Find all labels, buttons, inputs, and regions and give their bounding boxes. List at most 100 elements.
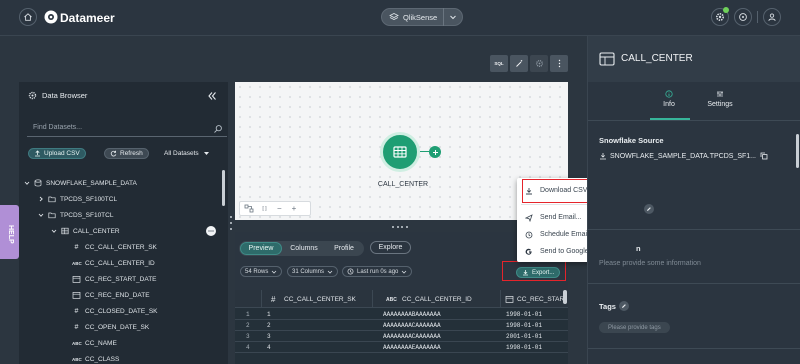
tags-placeholder[interactable]: Please provide tags [599,322,670,333]
tab-columns[interactable]: Columns [282,242,326,255]
search-icon [214,125,222,133]
tree-item-label: SNOWFLAKE_SAMPLE_DATA [46,179,137,187]
home-button[interactable] [19,8,37,26]
chevron-down-icon [38,213,44,217]
tab-profile[interactable]: Profile [326,242,362,255]
last-run-status[interactable]: Last run 0s ago [342,266,413,277]
zoom-out-button[interactable]: − [277,204,282,213]
table-row[interactable]: 1 1 AAAAAAAABAAAAAAA 1998-01-01 [235,309,568,320]
table-cell: AAAAAAAAEAAAAAAA [383,344,441,351]
more-options-button[interactable] [550,55,568,72]
tree-column-item[interactable]: ABC CC_CALL_CENTER_ID [72,255,155,271]
grid-header: # CC_CALL_CENTER_SK ABC CC_CALL_CENTER_I… [235,290,568,308]
refresh-icon [110,150,117,157]
column-header[interactable]: CC_REC_STAR [517,296,564,303]
source-path: SNOWFLAKE_SAMPLE_DATA.TPCDS_SF1... [599,152,768,160]
tree-column-item[interactable]: # CC_CALL_CENTER_SK [72,239,157,255]
search-input-placeholder[interactable]: Find Datasets... [33,124,82,131]
tab-info[interactable]: Info [654,90,684,108]
tree-item-schema[interactable]: TPCDS_SF10TCL [38,207,113,223]
upload-csv-button[interactable]: Upload CSV [28,148,86,159]
tree-item-schema[interactable]: TPCDS_SF100TCL [38,191,117,207]
copy-icon[interactable] [760,152,768,160]
collapse-panel-icon[interactable] [207,91,217,101]
edit-name-button[interactable] [644,204,654,214]
help-center-button[interactable] [734,8,752,26]
panel-resize-handle[interactable] [229,216,232,230]
tree-column-item[interactable]: ABC CC_CLASS [72,351,119,364]
layers-icon [389,13,399,20]
menu-item-label: Send Email... [540,214,582,221]
tree-item-options-button[interactable] [206,226,216,236]
dataset-icon [599,52,615,66]
description-placeholder[interactable]: Please provide some information [599,260,701,267]
chevron-down-icon[interactable] [449,13,457,21]
tree-item-table-selected[interactable]: CALL_CENTER [51,223,216,239]
results-tabs: Preview Columns Profile [239,241,364,256]
column-header[interactable]: CC_CALL_CENTER_ID [402,296,472,303]
edit-tags-button[interactable] [619,301,629,311]
user-menu-button[interactable] [763,8,781,26]
column-label: CC_OPEN_DATE_SK [85,323,150,331]
dataset-filter-dropdown[interactable]: All Datasets [164,150,210,157]
fit-to-screen-button[interactable]: ⟦⟧ [262,206,267,212]
canvas-resize-handle[interactable] [392,226,408,229]
tree-item-label: TPCDS_SF10TCL [60,211,114,219]
tree-column-item[interactable]: CC_REC_END_DATE [72,287,150,303]
text-type-icon: ABC [72,356,82,362]
google-icon [525,248,532,255]
dataset-search[interactable]: Find Datasets... [27,122,227,137]
explore-button[interactable]: Explore [370,241,411,254]
column-header[interactable]: CC_CALL_CENTER_SK [284,296,356,303]
upload-icon [35,150,40,157]
magic-wand-button[interactable] [510,55,528,72]
gear-icon [535,60,543,67]
tab-settings[interactable]: Settings [702,90,738,108]
zoom-in-button[interactable]: + [292,204,297,213]
tree-column-item[interactable]: # CC_CLOSED_DATE_SK [72,303,158,319]
tags-title: Tags [599,302,616,311]
tree-item-label: TPCDS_SF100TCL [60,195,118,203]
export-button[interactable]: Export... [516,267,561,278]
add-node-button[interactable] [429,146,441,158]
grid-scrollbar[interactable] [563,290,567,304]
rows-filter[interactable]: 54 Rows [240,266,283,277]
chevron-down-icon [51,229,57,233]
table-row[interactable]: 4 4 AAAAAAAAEAAAAAAA 1998-01-01 [235,342,568,353]
dataset-node[interactable] [380,132,420,172]
tab-preview[interactable]: Preview [240,242,282,255]
tree-column-item[interactable]: # CC_OPEN_DATE_SK [72,319,150,335]
row-number: 1 [246,311,250,318]
tree-item-database[interactable]: SNOWFLAKE_SAMPLE_DATA [24,175,137,191]
node-settings-button[interactable] [530,55,548,72]
top-bar: Datameer QlikSense [0,0,800,36]
table-row[interactable]: 2 2 AAAAAAAACAAAAAAA 1998-01-01 [235,320,568,331]
pencil-icon [647,207,651,211]
table-row[interactable]: 3 3 AAAAAAAACAAAAAAA 2001-01-01 [235,331,568,342]
refresh-button[interactable]: Refresh [104,148,149,159]
description-title-fragment: n [636,244,641,253]
tree-scrollbar[interactable] [222,170,225,206]
columns-filter[interactable]: 31 Columns [287,266,339,277]
gear-icon [28,91,37,100]
tree-item-label: CALL_CENTER [73,227,120,235]
node-label: CALL_CENTER [377,181,429,188]
refresh-label: Refresh [120,150,143,157]
inspector-scrollbar[interactable] [796,134,799,168]
text-type-icon: ABC [72,340,82,346]
number-type-icon: # [74,323,79,331]
help-tab[interactable]: HELP [0,205,19,259]
data-browser-panel: Data Browser Find Datasets... Upload CSV… [19,82,228,364]
layout-icon[interactable] [244,204,254,213]
panel-title: Data Browser [42,91,88,100]
project-selector[interactable]: QlikSense [381,8,463,26]
table-cell: 3 [267,333,271,340]
table-cell: 1998-01-01 [506,344,543,351]
tree-column-item[interactable]: ABC CC_NAME [72,335,117,351]
table-cell: AAAAAAAACAAAAAAA [383,333,441,340]
sql-button[interactable]: SQL [490,55,508,72]
tree-column-item[interactable]: CC_REC_START_DATE [72,271,157,287]
number-type-icon: # [74,307,79,315]
zoom-toolbar: ⟦⟧ − + [239,201,311,216]
folder-icon [48,212,56,219]
